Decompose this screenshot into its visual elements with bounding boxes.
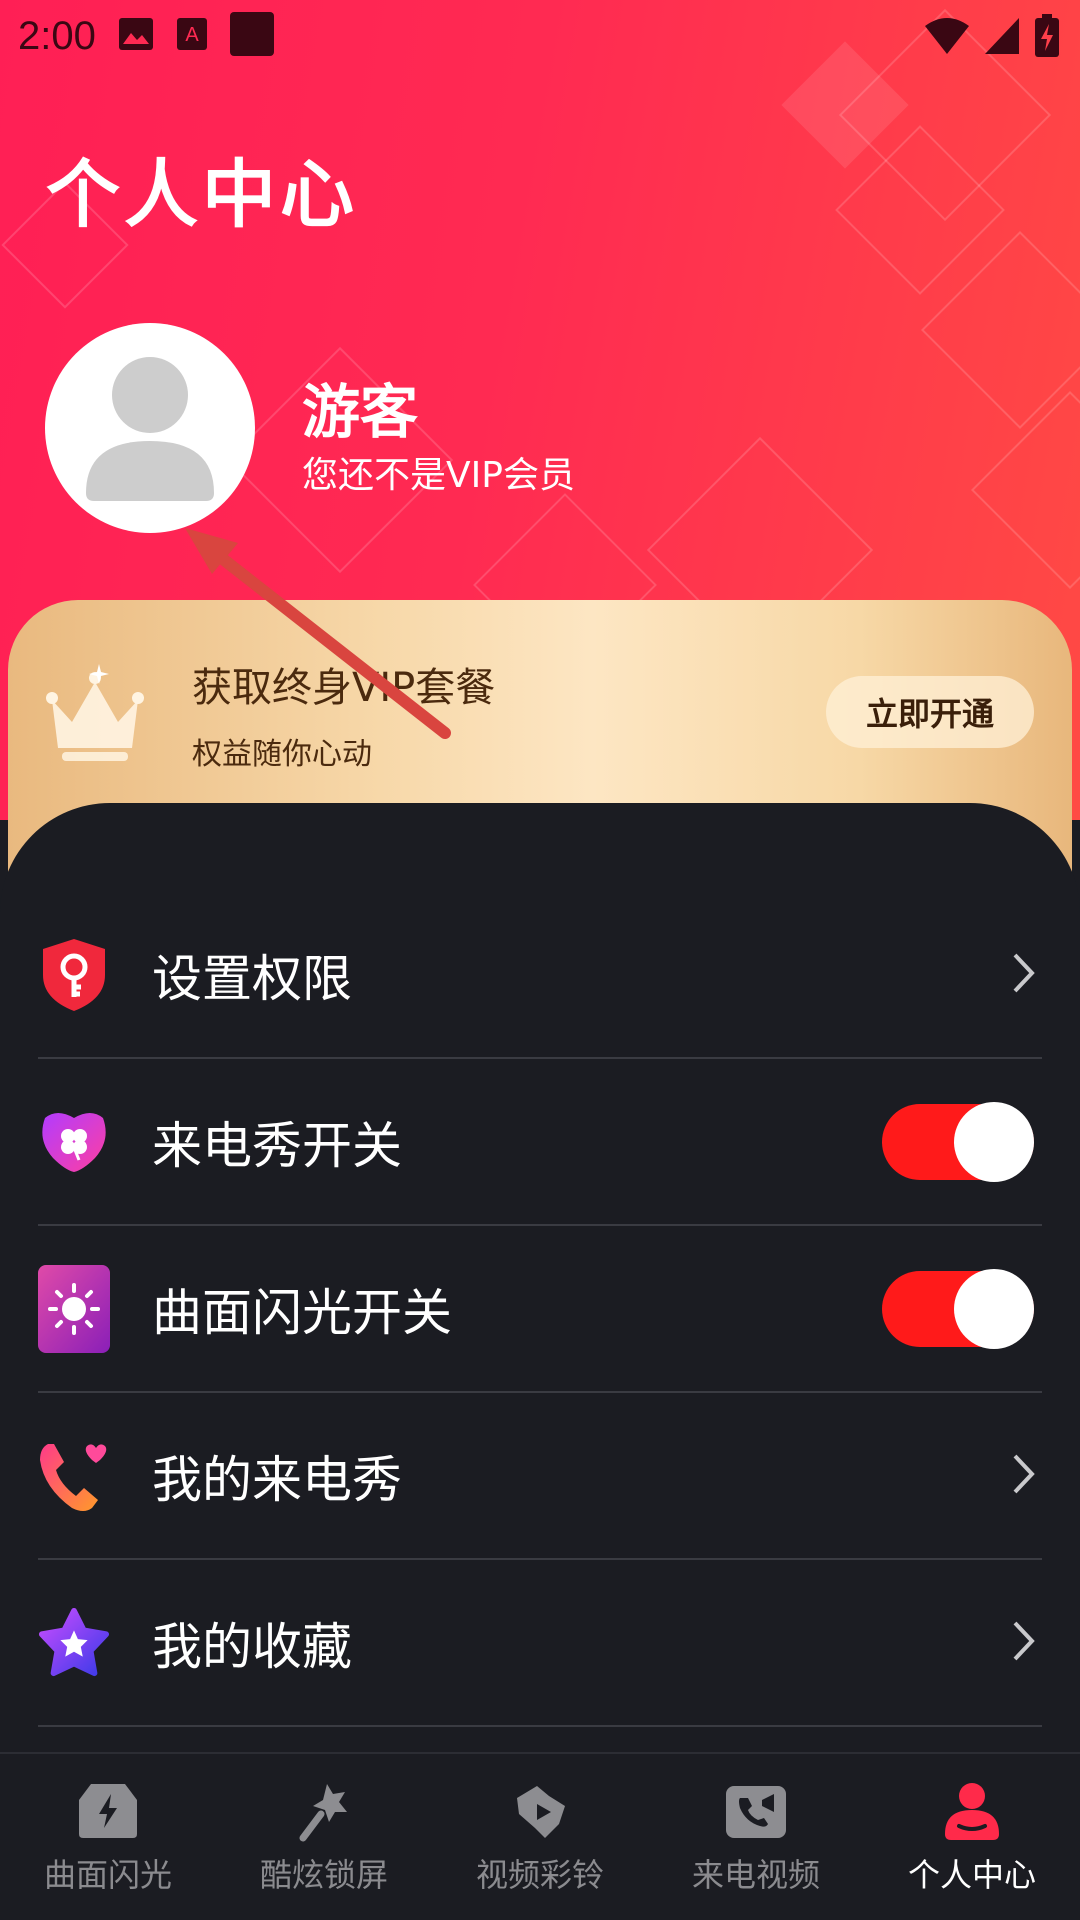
status-bar: 2:00 A bbox=[0, 0, 1080, 72]
svg-text:A: A bbox=[185, 24, 199, 46]
tab-video-ringtone[interactable]: 视频彩铃 bbox=[432, 1754, 648, 1920]
shield-key-icon bbox=[38, 938, 110, 1011]
crown-icon bbox=[40, 660, 150, 769]
menu-item-flash-toggle[interactable]: 曲面闪光开关 bbox=[38, 1226, 1042, 1393]
clover-icon bbox=[38, 1106, 110, 1178]
star-icon bbox=[38, 1607, 110, 1679]
menu-item-my-call-show[interactable]: 我的来电秀 bbox=[38, 1393, 1042, 1560]
battery-charging-icon bbox=[1034, 14, 1060, 62]
menu-item-label: 我的来电秀 bbox=[152, 1450, 402, 1509]
vip-subtitle: 权益随你心动 bbox=[192, 737, 372, 772]
phone-heart-icon bbox=[38, 1440, 110, 1512]
video-bell-icon bbox=[517, 1786, 565, 1838]
menu-item-permissions[interactable]: 设置权限 bbox=[38, 892, 1042, 1059]
flash-toggle[interactable] bbox=[882, 1268, 1034, 1349]
bottom-tab-bar: 曲面闪光 酷炫锁屏 视频彩铃 来电视频 个人中心 bbox=[0, 1752, 1080, 1920]
tab-label: 视频彩铃 bbox=[475, 1856, 604, 1894]
tab-label: 酷炫锁屏 bbox=[259, 1856, 388, 1894]
wifi-icon bbox=[924, 16, 970, 60]
flash-icon bbox=[79, 1784, 137, 1838]
tab-label: 曲面闪光 bbox=[43, 1856, 172, 1894]
activate-vip-button[interactable]: 立即开通 bbox=[826, 676, 1034, 748]
avatar[interactable] bbox=[45, 323, 255, 533]
image-icon bbox=[118, 17, 154, 55]
toggle-knob bbox=[954, 1268, 1034, 1349]
tab-lock-screen[interactable]: 酷炫锁屏 bbox=[216, 1754, 432, 1920]
call-show-toggle[interactable] bbox=[882, 1101, 1034, 1182]
status-time: 2:00 bbox=[18, 13, 96, 58]
video-call-icon bbox=[726, 1786, 786, 1838]
menu-item-call-show-toggle[interactable]: 来电秀开关 bbox=[38, 1059, 1042, 1226]
tab-profile[interactable]: 个人中心 bbox=[864, 1754, 1080, 1920]
tab-call-video[interactable]: 来电视频 bbox=[648, 1754, 864, 1920]
chevron-right-icon bbox=[1012, 1453, 1036, 1499]
sun-icon bbox=[38, 1264, 110, 1353]
tab-label: 个人中心 bbox=[907, 1856, 1036, 1894]
person-placeholder-icon bbox=[86, 357, 214, 501]
vip-status-text: 您还不是VIP会员 bbox=[302, 455, 575, 496]
vip-title: 获取终身VIP套餐 bbox=[192, 665, 496, 711]
menu-item-label: 来电秀开关 bbox=[152, 1116, 402, 1175]
signal-icon bbox=[984, 16, 1020, 60]
font-icon: A bbox=[176, 17, 208, 55]
user-name[interactable]: 游客 bbox=[302, 365, 418, 449]
page-title: 个人中心 bbox=[46, 152, 358, 238]
toggle-knob bbox=[954, 1101, 1034, 1182]
menu-item-label: 曲面闪光开关 bbox=[152, 1283, 452, 1342]
square-icon bbox=[229, 12, 274, 60]
chevron-right-icon bbox=[1012, 1620, 1036, 1666]
menu-item-favorites[interactable]: 我的收藏 bbox=[38, 1560, 1042, 1727]
chevron-right-icon bbox=[1012, 952, 1036, 998]
tab-label: 来电视频 bbox=[691, 1856, 820, 1894]
person-icon bbox=[945, 1783, 999, 1840]
menu-item-label: 设置权限 bbox=[152, 949, 352, 1008]
magic-wand-icon bbox=[299, 1784, 347, 1842]
menu-item-label: 我的收藏 bbox=[152, 1617, 352, 1676]
tab-curved-flash[interactable]: 曲面闪光 bbox=[0, 1754, 216, 1920]
